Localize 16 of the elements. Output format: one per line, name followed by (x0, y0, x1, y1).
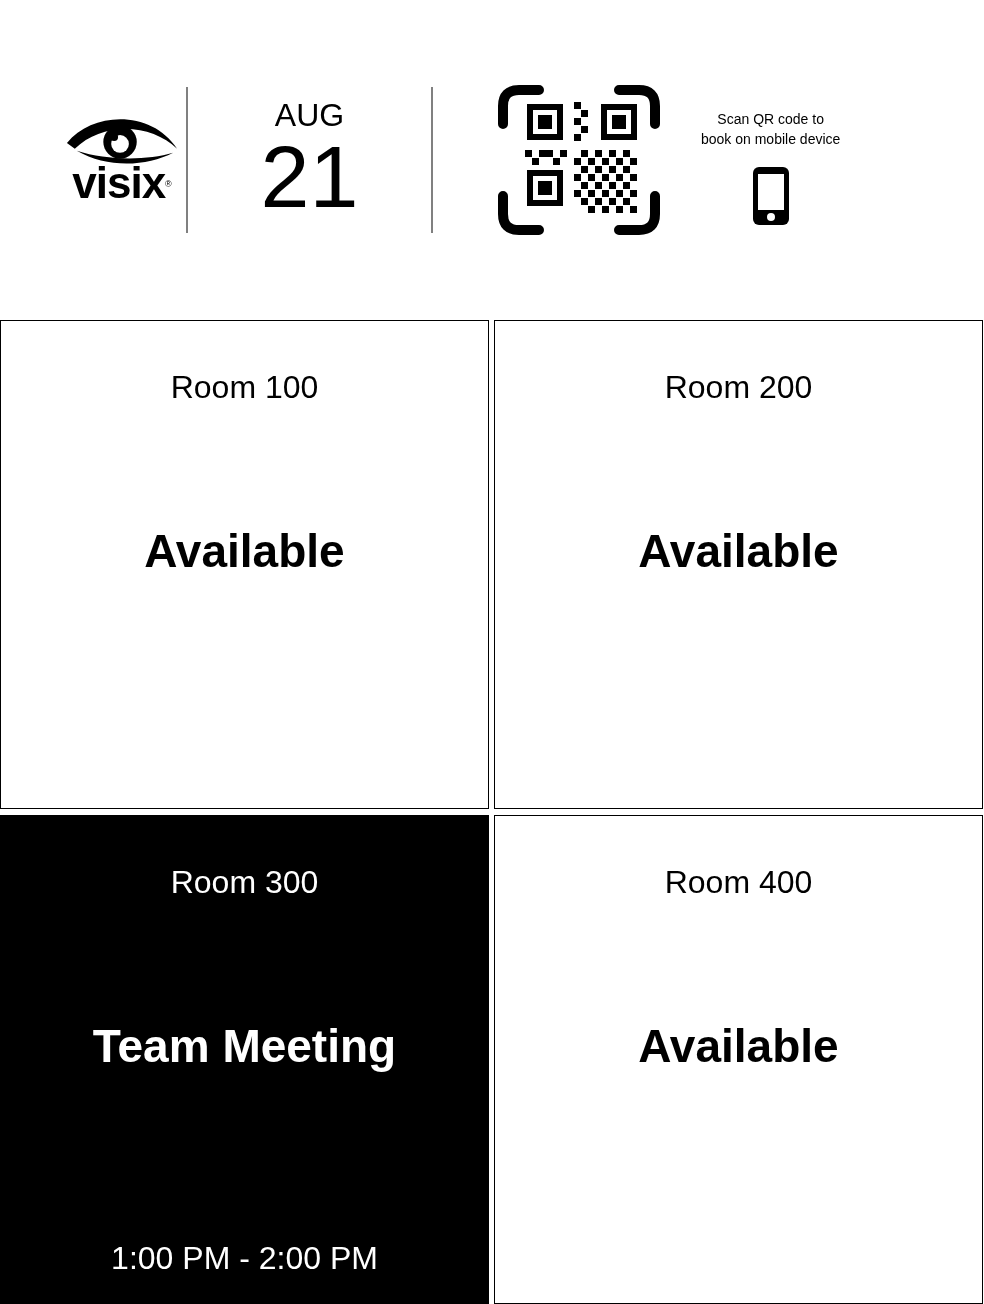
room-name: Room 400 (664, 864, 813, 901)
logo-wordmark: visix (72, 161, 166, 205)
date-day: 21 (260, 133, 359, 221)
registered-mark: ® (165, 179, 172, 189)
room-status: Available (638, 524, 839, 578)
date-month: AUG (274, 99, 345, 131)
room-name: Room 200 (664, 369, 813, 406)
scan-instructions: Scan QR code to book on mobile device (701, 110, 841, 149)
meeting-time: 1:00 PM - 2:00 PM (111, 1240, 378, 1277)
room-status: Available (144, 524, 345, 578)
room-name: Room 300 (170, 864, 319, 901)
room-status: Team Meeting (92, 1019, 397, 1073)
room-name: Room 100 (170, 369, 319, 406)
room-status: Available (638, 1019, 839, 1073)
smartphone-icon (752, 167, 789, 225)
qr-code-icon[interactable] (497, 84, 661, 236)
